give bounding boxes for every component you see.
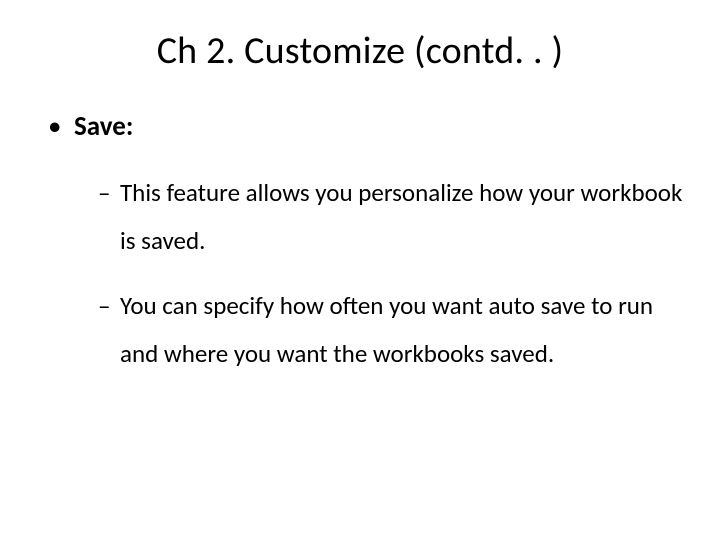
bullet-list-level1: Save: This feature allows you personaliz…	[32, 110, 688, 377]
bullet-level2-item: This feature allows you personalize how …	[98, 169, 688, 264]
bullet-level1-label: Save:	[74, 110, 133, 143]
bullet-level2-item: You can specify how often you want auto …	[98, 282, 688, 377]
bullet-list-level2: This feature allows you personalize how …	[74, 169, 688, 377]
slide-title: Ch 2. Customize (contd. . )	[32, 28, 688, 74]
bullet-level1-item: Save: This feature allows you personaliz…	[48, 110, 688, 377]
